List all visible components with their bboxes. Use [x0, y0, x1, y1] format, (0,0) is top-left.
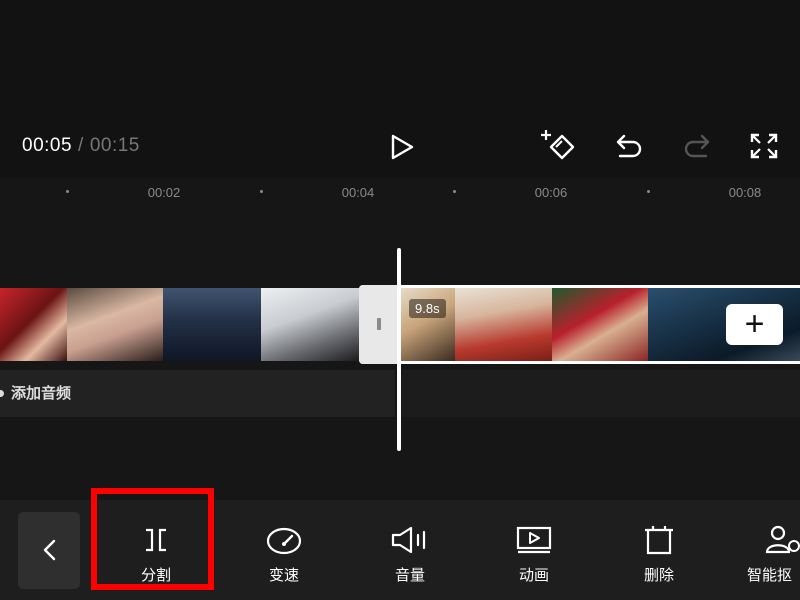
- clip-thumbnail: [455, 288, 552, 361]
- audio-track-empty: [402, 370, 800, 417]
- undo-icon: [616, 134, 642, 158]
- ruler-tick: 00:08: [728, 185, 762, 200]
- time-separator: /: [78, 135, 84, 156]
- ruler-dot: [260, 190, 263, 193]
- play-icon: [391, 134, 414, 160]
- undo-button[interactable]: [612, 130, 646, 162]
- back-button[interactable]: [18, 512, 80, 589]
- clip-duration-badge: 9.8s: [409, 299, 446, 318]
- ruler-dot: [647, 190, 650, 193]
- delete-icon: [614, 524, 704, 556]
- clip-thumbnail: [163, 288, 261, 361]
- tool-smart-cutout[interactable]: 智能抠: [741, 522, 800, 584]
- tool-animation[interactable]: 动画: [489, 522, 579, 584]
- video-clip-1[interactable]: [0, 288, 359, 361]
- smart-cutout-icon: [741, 524, 800, 556]
- add-clip-button[interactable]: +: [726, 304, 783, 345]
- play-button[interactable]: [384, 130, 418, 164]
- fullscreen-button[interactable]: [747, 130, 781, 162]
- clip-thumbnail: [67, 288, 163, 361]
- animation-icon: [489, 524, 579, 556]
- clip-thumbnail: [261, 288, 359, 361]
- ruler-tick: 00:02: [147, 185, 181, 200]
- keyframe-add-icon: [541, 130, 575, 160]
- clip-thumbnail: [552, 288, 648, 361]
- tool-label: 智能抠: [747, 567, 793, 584]
- tool-volume[interactable]: 音量: [365, 522, 455, 584]
- fullscreen-icon: [750, 133, 778, 159]
- ruler-dot: [453, 190, 456, 193]
- speed-icon: [239, 524, 329, 556]
- total-time: 00:15: [89, 135, 140, 156]
- ruler-tick: 00:04: [341, 185, 375, 200]
- annotation-highlight-box: [91, 488, 214, 590]
- redo-icon: [684, 134, 710, 158]
- trim-handle-grip: [377, 318, 381, 330]
- tool-delete[interactable]: 删除: [614, 522, 704, 584]
- tool-label: 动画: [518, 567, 549, 584]
- playhead[interactable]: [397, 248, 401, 451]
- chevron-left-icon: [40, 538, 60, 567]
- tool-speed[interactable]: 变速: [239, 522, 329, 584]
- clip-thumbnail: [0, 288, 67, 361]
- add-audio-label[interactable]: 添加音频: [11, 382, 71, 403]
- redo-button[interactable]: [680, 130, 714, 162]
- keyframe-button[interactable]: [540, 128, 582, 164]
- time-ruler: 00:02 00:04 00:06 00:08: [0, 178, 800, 206]
- time-display: 00:05/00:15: [22, 135, 140, 157]
- tool-label: 删除: [643, 567, 674, 584]
- ruler-tick: 00:06: [534, 185, 568, 200]
- tool-label: 变速: [268, 567, 299, 584]
- tool-label: 音量: [394, 567, 425, 584]
- current-time: 00:05: [22, 135, 73, 156]
- volume-icon: [365, 524, 455, 556]
- ruler-dot: [66, 190, 69, 193]
